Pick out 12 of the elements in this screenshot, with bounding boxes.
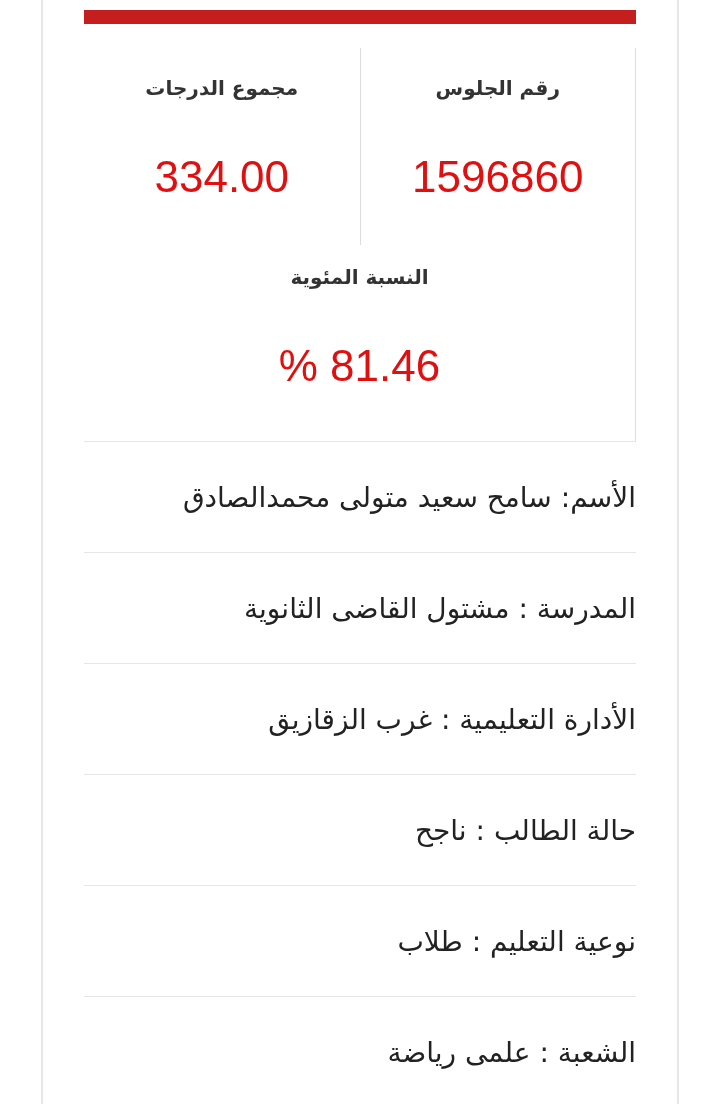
stat-label: رقم الجلوس bbox=[435, 76, 560, 100]
stat-value: 1596860 bbox=[412, 152, 584, 202]
stat-value: 334.00 bbox=[154, 152, 290, 202]
detail-text: الأسم: سامح سعيد متولى محمدالصادق bbox=[182, 480, 636, 514]
stat-label: مجموع الدرجات bbox=[145, 76, 299, 100]
percentage-label: النسبة المئوية bbox=[290, 265, 429, 289]
detail-text: نوعية التعليم : طلاب bbox=[397, 924, 636, 958]
detail-text: الشعبة : علمى رياضة bbox=[387, 1035, 636, 1069]
percentage-value: % 81.46 bbox=[278, 341, 441, 391]
detail-text: المدرسة : مشتول القاضى الثانوية bbox=[244, 591, 636, 625]
detail-text: حالة الطالب : ناجح bbox=[414, 813, 636, 847]
detail-text: الأدارة التعليمية : غرب الزقازيق bbox=[268, 702, 636, 736]
